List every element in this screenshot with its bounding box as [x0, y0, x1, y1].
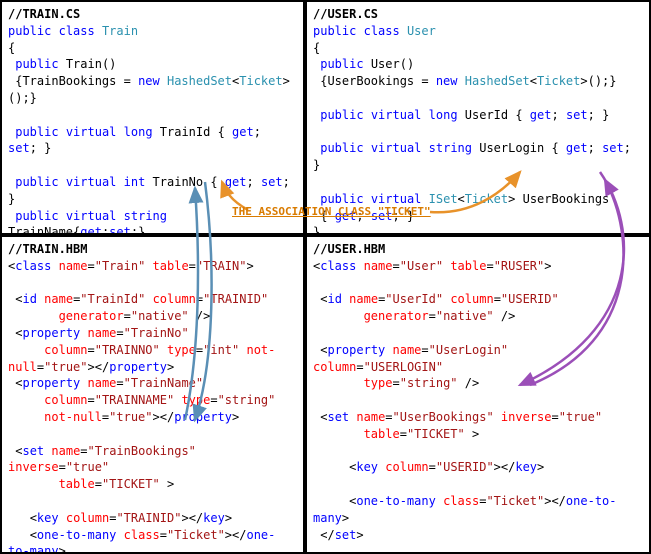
train-cs-code: //TRAIN.CS public class Train { public T…	[8, 6, 297, 235]
train-cs-header: //TRAIN.CS	[8, 7, 80, 21]
train-hbm-header: //TRAIN.HBM	[8, 242, 87, 256]
train-cs-panel: //TRAIN.CS public class Train { public T…	[0, 0, 305, 235]
user-hbm-code: //USER.HBM <class name="User" table="RUS…	[313, 241, 643, 554]
user-cs-panel: //USER.CS public class User { public Use…	[305, 0, 651, 235]
code-grid: //TRAIN.CS public class Train { public T…	[0, 0, 651, 554]
train-hbm-code: //TRAIN.HBM <class name="Train" table="T…	[8, 241, 297, 554]
user-hbm-header: //USER.HBM	[313, 242, 385, 256]
train-hbm-panel: //TRAIN.HBM <class name="Train" table="T…	[0, 235, 305, 554]
user-hbm-panel: //USER.HBM <class name="User" table="RUS…	[305, 235, 651, 554]
user-cs-header: //USER.CS	[313, 7, 378, 21]
association-label: THE ASSOCIATION CLASS "TICKET"	[232, 204, 431, 218]
user-cs-code: //USER.CS public class User { public Use…	[313, 6, 643, 235]
